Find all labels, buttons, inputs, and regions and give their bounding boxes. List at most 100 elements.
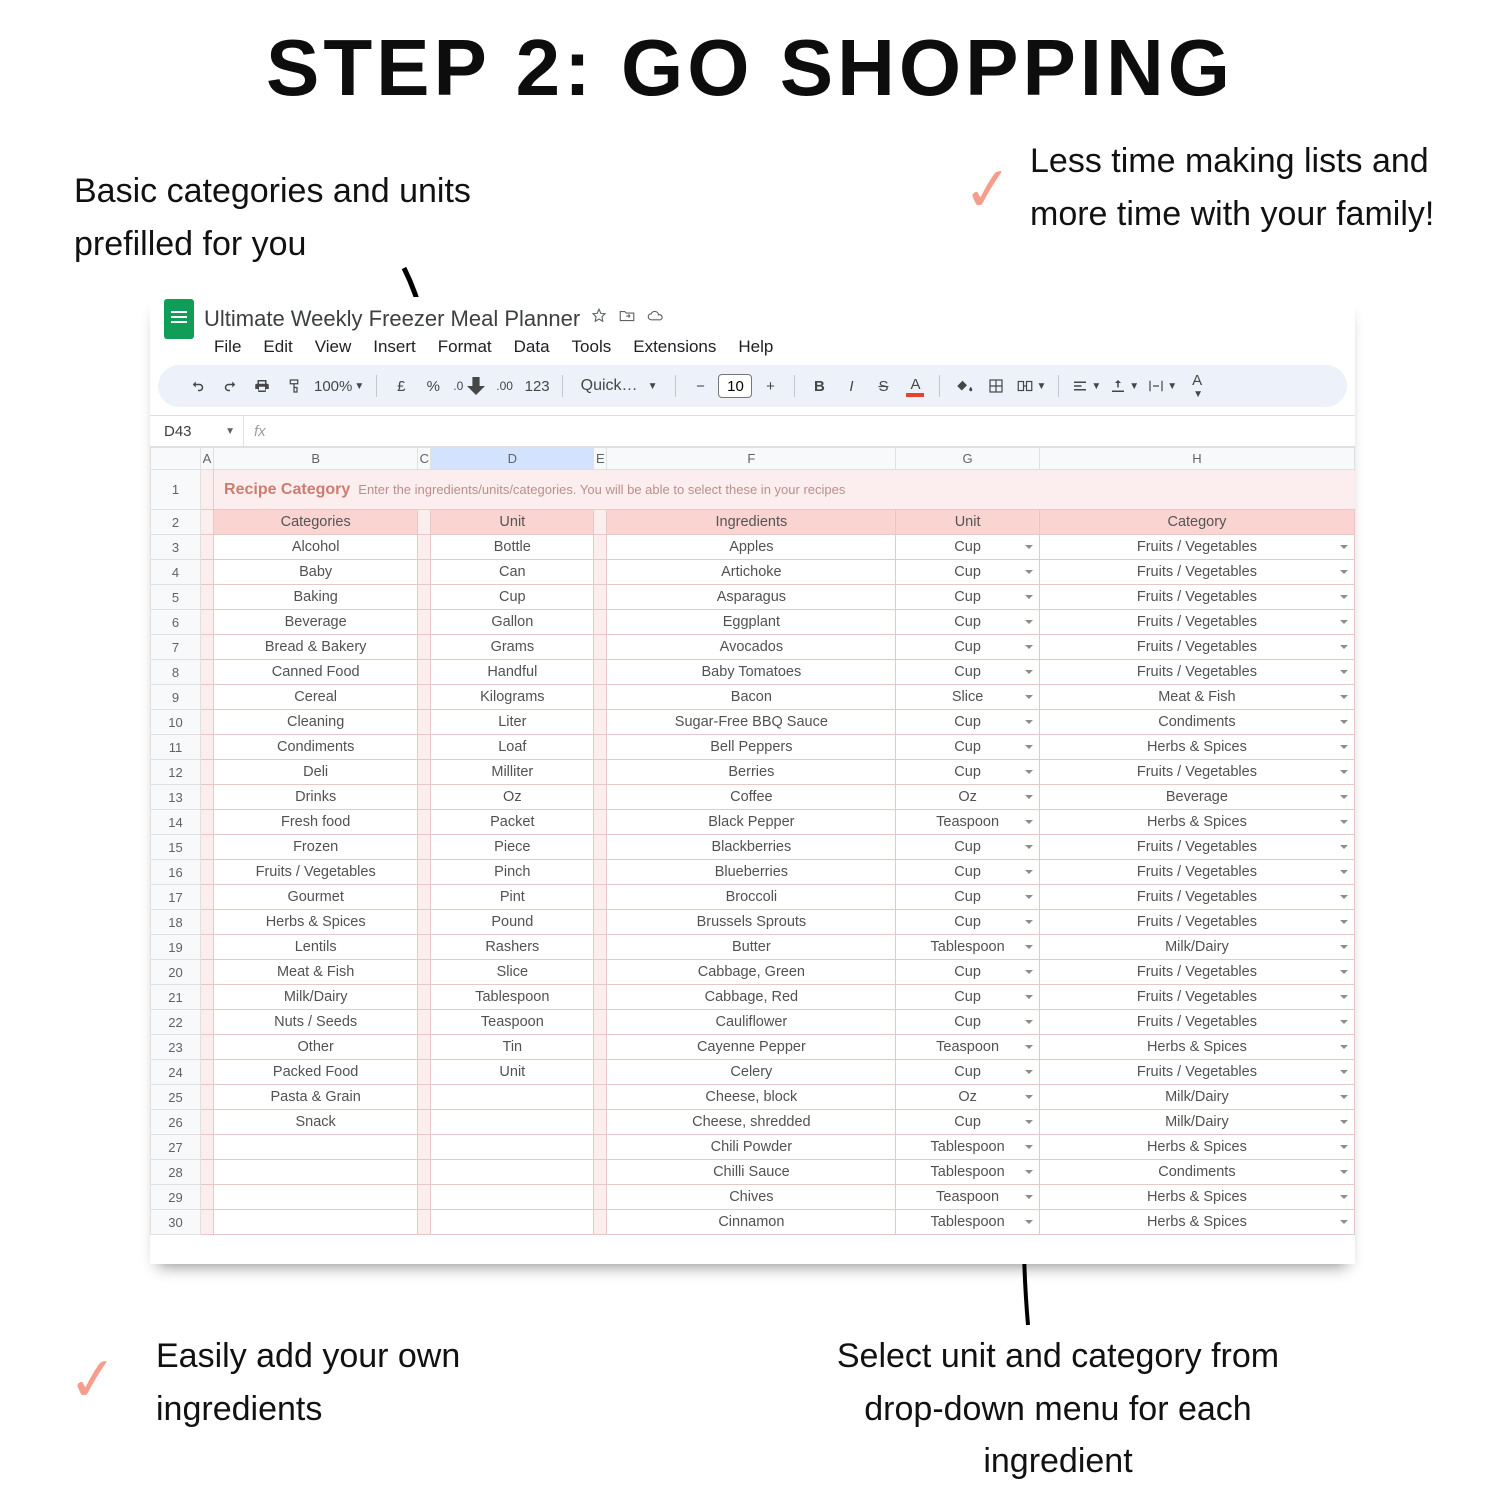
cell-unit[interactable]: Kilograms xyxy=(431,685,594,710)
select-all[interactable] xyxy=(151,448,201,470)
cell-ingredient[interactable]: Cheese, block xyxy=(607,1085,896,1110)
cell-ingredient[interactable]: Coffee xyxy=(607,785,896,810)
row-header[interactable]: 17 xyxy=(151,885,201,910)
table-row[interactable]: 15FrozenPieceBlackberriesCupFruits / Veg… xyxy=(151,835,1355,860)
table-row[interactable]: 30CinnamonTablespoonHerbs & Spices xyxy=(151,1210,1355,1235)
row-header[interactable]: 13 xyxy=(151,785,201,810)
cell-ingredient-category-dropdown[interactable]: Fruits / Vegetables xyxy=(1039,960,1354,985)
row-header[interactable]: 27 xyxy=(151,1135,201,1160)
cell-ingredient[interactable]: Blueberries xyxy=(607,860,896,885)
cell-ingredient-category-dropdown[interactable]: Herbs & Spices xyxy=(1039,735,1354,760)
cell-ingredient-category-dropdown[interactable]: Fruits / Vegetables xyxy=(1039,635,1354,660)
table-row[interactable]: 9CerealKilogramsBaconSliceMeat & Fish xyxy=(151,685,1355,710)
cell-ingredient[interactable]: Chives xyxy=(607,1185,896,1210)
row-header[interactable]: 28 xyxy=(151,1160,201,1185)
table-row[interactable]: 2 Categories Unit Ingredients Unit Categ… xyxy=(151,510,1355,535)
cell-ingredient-category-dropdown[interactable]: Fruits / Vegetables xyxy=(1039,1060,1354,1085)
cell-unit[interactable]: Tin xyxy=(431,1035,594,1060)
table-row[interactable]: 19LentilsRashersButterTablespoonMilk/Dai… xyxy=(151,935,1355,960)
cell-unit[interactable]: Loaf xyxy=(431,735,594,760)
cell-category[interactable]: Packed Food xyxy=(214,1060,418,1085)
table-row[interactable]: 29ChivesTeaspoonHerbs & Spices xyxy=(151,1185,1355,1210)
cell-ingredient-unit-dropdown[interactable]: Oz xyxy=(896,1085,1039,1110)
table-row[interactable]: 26SnackCheese, shreddedCupMilk/Dairy xyxy=(151,1110,1355,1135)
row-header[interactable]: 24 xyxy=(151,1060,201,1085)
header-category[interactable]: Category xyxy=(1039,510,1354,535)
cell-ingredient[interactable]: Berries xyxy=(607,760,896,785)
cell-ingredient-unit-dropdown[interactable]: Cup xyxy=(896,535,1039,560)
cell-category[interactable]: Drinks xyxy=(214,785,418,810)
move-folder-icon[interactable] xyxy=(618,307,636,331)
row-header[interactable]: 6 xyxy=(151,610,201,635)
cell-ingredient[interactable]: Eggplant xyxy=(607,610,896,635)
table-row[interactable]: 13DrinksOzCoffeeOzBeverage xyxy=(151,785,1355,810)
cell-ingredient-category-dropdown[interactable]: Herbs & Spices xyxy=(1039,1035,1354,1060)
row-header[interactable]: 18 xyxy=(151,910,201,935)
more-formats-button[interactable]: 123 xyxy=(525,372,550,400)
cell-category[interactable]: Other xyxy=(214,1035,418,1060)
row-header[interactable]: 3 xyxy=(151,535,201,560)
table-row[interactable]: 28Chilli SauceTablespoonCondiments xyxy=(151,1160,1355,1185)
row-header[interactable]: 22 xyxy=(151,1010,201,1035)
cell-ingredient-category-dropdown[interactable]: Fruits / Vegetables xyxy=(1039,910,1354,935)
cell-unit[interactable] xyxy=(431,1135,594,1160)
row-header[interactable]: 12 xyxy=(151,760,201,785)
menu-extensions[interactable]: Extensions xyxy=(633,337,716,357)
row-header[interactable]: 16 xyxy=(151,860,201,885)
table-row[interactable]: 25Pasta & GrainCheese, blockOzMilk/Dairy xyxy=(151,1085,1355,1110)
cell-ingredient-unit-dropdown[interactable]: Cup xyxy=(896,610,1039,635)
cell-unit[interactable]: Piece xyxy=(431,835,594,860)
cell-category[interactable]: Beverage xyxy=(214,610,418,635)
cell-unit[interactable]: Bottle xyxy=(431,535,594,560)
cell-unit[interactable]: Packet xyxy=(431,810,594,835)
cell-category[interactable]: Alcohol xyxy=(214,535,418,560)
cell-ingredient-category-dropdown[interactable]: Fruits / Vegetables xyxy=(1039,860,1354,885)
header-unit2[interactable]: Unit xyxy=(896,510,1039,535)
sheets-logo-icon[interactable] xyxy=(164,299,194,339)
cell-category[interactable]: Pasta & Grain xyxy=(214,1085,418,1110)
cell-ingredient[interactable]: Chili Powder xyxy=(607,1135,896,1160)
cell-ingredient[interactable]: Bell Peppers xyxy=(607,735,896,760)
cell-category[interactable]: Condiments xyxy=(214,735,418,760)
menu-format[interactable]: Format xyxy=(438,337,492,357)
zoom-select[interactable]: 100%▼ xyxy=(314,372,364,400)
col-F[interactable]: F xyxy=(607,448,896,470)
cell-ingredient-unit-dropdown[interactable]: Cup xyxy=(896,585,1039,610)
cell-ingredient-category-dropdown[interactable]: Fruits / Vegetables xyxy=(1039,1010,1354,1035)
cell-ingredient-unit-dropdown[interactable]: Tablespoon xyxy=(896,935,1039,960)
cell-ingredient[interactable]: Artichoke xyxy=(607,560,896,585)
row-header[interactable]: 29 xyxy=(151,1185,201,1210)
cell-category[interactable] xyxy=(214,1210,418,1235)
cell-ingredient[interactable]: Cheese, shredded xyxy=(607,1110,896,1135)
cell-ingredient-category-dropdown[interactable]: Milk/Dairy xyxy=(1039,1085,1354,1110)
wrap-button[interactable]: ▼ xyxy=(1147,372,1177,400)
cell-ingredient[interactable]: Broccoli xyxy=(607,885,896,910)
cell-unit[interactable]: Cup xyxy=(431,585,594,610)
menu-view[interactable]: View xyxy=(315,337,352,357)
cell-ingredient[interactable]: Cauliflower xyxy=(607,1010,896,1035)
cell-ingredient-unit-dropdown[interactable]: Tablespoon xyxy=(896,1210,1039,1235)
cell-category[interactable]: Cleaning xyxy=(214,710,418,735)
cell-ingredient[interactable]: Asparagus xyxy=(607,585,896,610)
header-unit[interactable]: Unit xyxy=(431,510,594,535)
cell-category[interactable]: Fresh food xyxy=(214,810,418,835)
cell-category[interactable]: Baking xyxy=(214,585,418,610)
menu-file[interactable]: File xyxy=(214,337,241,357)
cell-ingredient-unit-dropdown[interactable]: Cup xyxy=(896,960,1039,985)
italic-button[interactable]: I xyxy=(839,372,863,400)
cell-ingredient-unit-dropdown[interactable]: Cup xyxy=(896,735,1039,760)
col-G[interactable]: G xyxy=(896,448,1039,470)
cell-ingredient[interactable]: Butter xyxy=(607,935,896,960)
cell-category[interactable]: Meat & Fish xyxy=(214,960,418,985)
cell-ingredient-category-dropdown[interactable]: Herbs & Spices xyxy=(1039,1210,1354,1235)
cell-ingredient[interactable]: Celery xyxy=(607,1060,896,1085)
table-row[interactable]: 24Packed FoodUnitCeleryCupFruits / Veget… xyxy=(151,1060,1355,1085)
cell-ingredient-unit-dropdown[interactable]: Cup xyxy=(896,835,1039,860)
cell-category[interactable] xyxy=(214,1185,418,1210)
grid[interactable]: A B C D E F G H 1 Recipe CategoryEnter t… xyxy=(150,447,1355,1235)
cell-unit[interactable]: Pinch xyxy=(431,860,594,885)
paint-format-button[interactable] xyxy=(282,372,306,400)
col-D[interactable]: D xyxy=(431,448,594,470)
menu-help[interactable]: Help xyxy=(738,337,773,357)
merge-cells-button[interactable]: ▼ xyxy=(1016,372,1046,400)
